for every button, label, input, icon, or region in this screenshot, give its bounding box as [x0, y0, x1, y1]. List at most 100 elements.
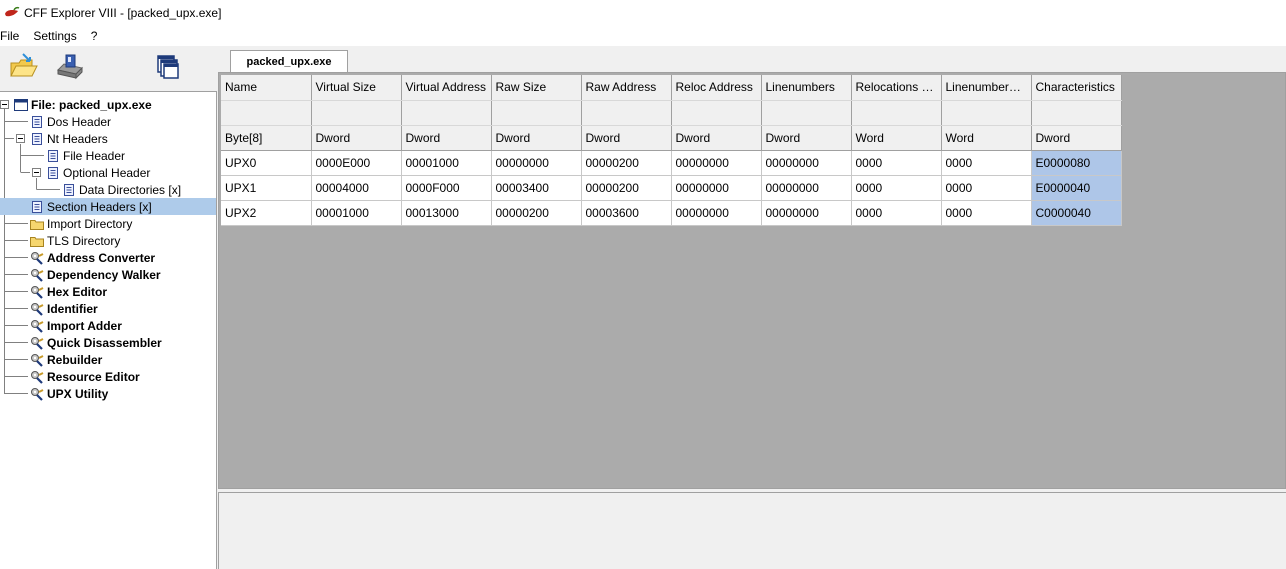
filter-cell[interactable]: [851, 100, 942, 126]
table-cell[interactable]: UPX1: [221, 175, 312, 201]
table-cell[interactable]: 00000000: [671, 175, 762, 201]
folder-icon: [30, 234, 44, 248]
table-row[interactable]: UPX2 00001000 00013000 00000200 00003600 0000…: [221, 200, 1122, 226]
table-cell[interactable]: 00000200: [581, 175, 672, 201]
table-cell[interactable]: 0000F000: [401, 175, 492, 201]
tool-icon: [30, 336, 44, 350]
table-cell[interactable]: 0000: [941, 175, 1032, 201]
tree-item-import-directory[interactable]: Import Directory: [30, 215, 132, 232]
column-type: Dword: [311, 125, 402, 151]
struct-icon: [62, 183, 76, 197]
tree-item-section-headers-x[interactable]: Section Headers [x]: [0, 198, 216, 215]
column-header[interactable]: Characteristics: [1031, 75, 1122, 101]
tree-item-label: Import Directory: [47, 216, 133, 231]
tree-item-label: File Header: [63, 148, 126, 163]
table-cell[interactable]: 0000: [941, 200, 1032, 226]
table-cell[interactable]: 00000200: [491, 200, 582, 226]
filter-cell[interactable]: [401, 100, 492, 126]
tree-item-label: UPX Utility: [47, 386, 109, 401]
open-folder-icon: [10, 53, 38, 77]
tab-strip: packed_upx.exe: [218, 46, 1286, 72]
tree-item-upx-utility[interactable]: UPX Utility: [30, 385, 108, 402]
tool-icon: [30, 285, 44, 299]
filter-cell[interactable]: [1031, 100, 1122, 126]
tree-item-data-directories-x[interactable]: Data Directories [x]: [62, 181, 181, 198]
table-cell[interactable]: 00000000: [761, 175, 852, 201]
column-header[interactable]: Reloc Address: [671, 75, 762, 101]
table-cell[interactable]: 00001000: [311, 200, 402, 226]
filter-cell[interactable]: [221, 100, 312, 126]
tree-item-tls-directory[interactable]: TLS Directory: [30, 232, 120, 249]
table-cell[interactable]: 0000: [851, 200, 942, 226]
table-cell[interactable]: 0000E000: [311, 150, 402, 176]
menu-help[interactable]: ?: [91, 29, 98, 43]
filter-cell[interactable]: [671, 100, 762, 126]
table-cell[interactable]: 00003600: [581, 200, 672, 226]
tree-item-address-converter[interactable]: Address Converter: [30, 249, 155, 266]
tab-packed-upx[interactable]: packed_upx.exe: [230, 50, 348, 72]
filter-cell[interactable]: [491, 100, 582, 126]
table-cell[interactable]: 00013000: [401, 200, 492, 226]
save-file-button[interactable]: [52, 50, 86, 84]
column-header[interactable]: Linenumbers ...: [941, 75, 1032, 101]
tool-icon: [30, 353, 44, 367]
table-cell[interactable]: 0000: [941, 150, 1032, 176]
tree-item-dos-header[interactable]: Dos Header: [30, 113, 111, 130]
column-header[interactable]: Raw Address: [581, 75, 672, 101]
toolbar: [0, 46, 218, 90]
column-header[interactable]: Raw Size: [491, 75, 582, 101]
table-cell[interactable]: E0000080: [1031, 150, 1122, 176]
table-cell[interactable]: 0000: [851, 150, 942, 176]
tree-item-label: Address Converter: [47, 250, 156, 265]
column-header[interactable]: Virtual Size: [311, 75, 402, 101]
tree-item-file-packed-upx-exe[interactable]: File: packed_upx.exe: [14, 96, 152, 113]
folder-icon: [30, 217, 44, 231]
menu-file[interactable]: File: [0, 29, 19, 43]
tree-item-quick-disassembler[interactable]: Quick Disassembler: [30, 334, 162, 351]
tree-item-optional-header[interactable]: Optional Header: [46, 164, 150, 181]
table-cell[interactable]: E0000040: [1031, 175, 1122, 201]
table-cell[interactable]: 00003400: [491, 175, 582, 201]
table-cell[interactable]: 00000000: [761, 200, 852, 226]
menu-bar: File Settings ?: [0, 26, 1286, 46]
tree-item-label: Nt Headers: [47, 131, 108, 146]
filter-cell[interactable]: [311, 100, 402, 126]
file-tree[interactable]: File: packed_upx.exe Dos Header Nt Headers…: [0, 91, 217, 569]
section-headers-table[interactable]: Name Virtual Size Virtual Address Raw Size R…: [221, 75, 1122, 226]
filter-cell[interactable]: [941, 100, 1032, 126]
tree-item-rebuilder[interactable]: Rebuilder: [30, 351, 102, 368]
column-header[interactable]: Relocations N...: [851, 75, 942, 101]
tree-item-resource-editor[interactable]: Resource Editor: [30, 368, 140, 385]
tree-item-dependency-walker[interactable]: Dependency Walker: [30, 266, 161, 283]
cascade-windows-button[interactable]: [150, 50, 184, 84]
table-cell[interactable]: C0000040: [1031, 200, 1122, 226]
filter-cell[interactable]: [761, 100, 852, 126]
tree-item-label: Identifier: [47, 301, 98, 316]
tree-item-hex-editor[interactable]: Hex Editor: [30, 283, 107, 300]
table-row[interactable]: UPX1 00004000 0000F000 00003400 00000200 0000…: [221, 175, 1122, 201]
tree-item-import-adder[interactable]: Import Adder: [30, 317, 122, 334]
column-type: Dword: [491, 125, 582, 151]
tree-item-identifier[interactable]: Identifier: [30, 300, 98, 317]
table-cell[interactable]: 00000000: [671, 200, 762, 226]
tree-item-label: File: packed_upx.exe: [31, 97, 152, 112]
table-cell[interactable]: 00000000: [671, 150, 762, 176]
open-file-button[interactable]: [6, 50, 40, 84]
table-cell[interactable]: 00001000: [401, 150, 492, 176]
table-cell[interactable]: 0000: [851, 175, 942, 201]
table-row[interactable]: UPX0 0000E000 00001000 00000000 00000200 0000…: [221, 150, 1122, 176]
table-cell[interactable]: 00004000: [311, 175, 402, 201]
table-cell[interactable]: UPX0: [221, 150, 312, 176]
column-header[interactable]: Linenumbers: [761, 75, 852, 101]
table-cell[interactable]: 00000000: [761, 150, 852, 176]
tree-item-file-header[interactable]: File Header: [46, 147, 125, 164]
menu-settings[interactable]: Settings: [33, 29, 76, 43]
table-cell[interactable]: 00000200: [581, 150, 672, 176]
tree-item-nt-headers[interactable]: Nt Headers: [30, 130, 108, 147]
table-cell[interactable]: 00000000: [491, 150, 582, 176]
filter-cell[interactable]: [581, 100, 672, 126]
table-cell[interactable]: UPX2: [221, 200, 312, 226]
column-header[interactable]: Name: [221, 75, 312, 101]
window-title: CFF Explorer VIII - [packed_upx.exe]: [24, 6, 222, 20]
column-header[interactable]: Virtual Address: [401, 75, 492, 101]
